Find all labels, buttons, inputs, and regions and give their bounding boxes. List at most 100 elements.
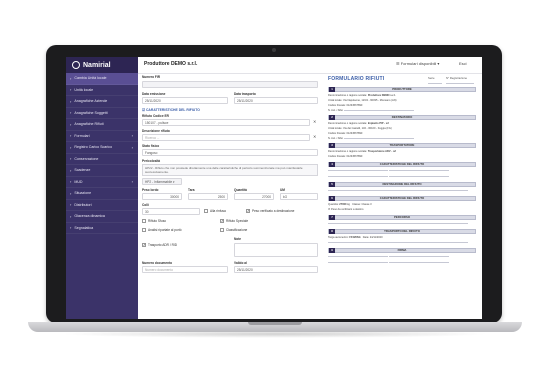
rifiuto-sfuso-checkbox[interactable] <box>142 219 146 223</box>
analisi-checkbox[interactable] <box>142 228 146 232</box>
chevron-right-icon: › <box>70 179 72 185</box>
doc-row: Denominazione o ragione sociale: Impiant… <box>328 122 389 125</box>
camera-icon <box>272 48 276 52</box>
valido-al-label: Valido al <box>234 261 247 265</box>
sidebar-item-label: Unità locale <box>74 87 94 92</box>
sidebar-item[interactable]: › Formulari › <box>66 131 138 142</box>
colli-input[interactable]: 30 <box>142 208 200 215</box>
chevron-right-icon: › <box>70 167 72 173</box>
trasporto-adr-checkbox[interactable]: ✓ <box>142 243 146 247</box>
laptop-notch <box>248 322 302 325</box>
note-label: Note <box>234 237 242 241</box>
valido-al-input[interactable]: 25/11/2020 <box>234 266 318 273</box>
sidebar-item[interactable]: › MUD › <box>66 177 138 188</box>
sidebar-item[interactable]: › Anagrafiche Aziende <box>66 96 138 108</box>
peso-verificato-checkbox[interactable]: ✓ <box>246 209 250 213</box>
quantita-input[interactable]: 27000 <box>234 193 274 200</box>
codice-er-label: Rifiuto Codice ER <box>142 114 169 118</box>
logout-link[interactable]: Esci <box>459 61 467 66</box>
doc-section: 1 PRODUTTORE <box>328 87 476 92</box>
rifiuto-speciale-checkbox[interactable]: ✓ <box>220 219 224 223</box>
doc-row: Quantità: 27000 kg Classe: Classe 3 <box>328 203 372 206</box>
sidebar-item[interactable]: › Registro Carico Scarico › <box>66 142 138 154</box>
chevron-right-icon: › <box>70 213 72 219</box>
colli-label: Colli <box>142 203 149 207</box>
chevron-right-icon: › <box>70 121 72 127</box>
sidebar-item-label: Scadenze <box>74 168 91 173</box>
company-name: Produttore DEMO s.r.l. <box>144 61 198 67</box>
chevron-right-icon: › <box>70 202 72 208</box>
alla-rinfusa-checkbox[interactable] <box>204 209 208 213</box>
chevron-right-icon: › <box>70 225 72 231</box>
logo-text: Namirial <box>83 61 111 69</box>
sidebar-item-label: Conservazione <box>74 156 99 161</box>
sidebar-item[interactable]: › Conservazione <box>66 154 138 165</box>
doc-row: Unità locale: Via dei Castelli, 132 - 00… <box>328 127 392 130</box>
classificazione-checkbox[interactable] <box>220 228 224 232</box>
doc-row: ☑ Peso da verificarsi a destino <box>328 208 364 211</box>
tara-input[interactable]: 2500 <box>188 193 228 200</box>
clear-icon[interactable]: ✕ <box>313 134 316 139</box>
sidebar-item[interactable]: › Unità locale <box>66 85 138 96</box>
sidebar-item[interactable]: › Cambia Unità locale <box>66 73 138 85</box>
serie-box <box>428 81 442 85</box>
um-select[interactable]: kG <box>280 193 318 200</box>
data-emissione-input[interactable]: 25/11/2020 <box>142 97 228 104</box>
forms-available-link[interactable]: ☰ Formulari disponibili ▾ <box>396 61 439 66</box>
stato-fisico-label: Stato fisico <box>142 144 160 148</box>
sidebar-item-label: Registro Carico Scarico <box>74 145 113 150</box>
sidebar-item[interactable]: › Segnalatica <box>66 223 138 234</box>
fir-form: Numero FIR Data emissione 25/11/2020 Dat… <box>142 75 320 319</box>
stato-fisico-select[interactable]: Fangoso <box>142 149 318 156</box>
chevron-right-icon: › <box>70 190 72 196</box>
codice-er-input[interactable]: 150107 - pulisce <box>142 119 310 126</box>
um-label: UM <box>280 188 285 192</box>
peso-lordo-input[interactable]: 30000 <box>142 193 182 200</box>
numero-fir-input[interactable] <box>142 81 318 88</box>
top-bar: Namirial Produttore DEMO s.r.l. ☰ Formul… <box>66 57 482 74</box>
descrizione-input[interactable]: Ricerca ... <box>142 134 310 141</box>
doc-row: Codice Fiscale: 01234567890 <box>328 155 363 158</box>
sidebar-item-label: Formulari <box>74 133 90 138</box>
doc-row: Targa automezzo: FF426SG Data: 24/11/202… <box>328 236 383 239</box>
peso-verificato-label: Peso verificato a destinazione <box>252 209 295 213</box>
descrizione-label: Descrizione rifiuto <box>142 129 170 133</box>
tara-label: Tara <box>188 188 195 192</box>
data-trasporto-label: Data trasporto <box>234 92 256 96</box>
numero-documento-input[interactable]: Numero documento <box>142 266 228 273</box>
doc-section: 4 CARATTERISTICHE DEL RIFIUTO <box>328 162 476 167</box>
rifiuto-sfuso-label: Rifiuto Sfuso <box>148 219 167 223</box>
sidebar-item[interactable]: › Anagrafiche Rifiuti <box>66 119 138 131</box>
doc-section: 8 TRASPORTO DEL RIFIUTO <box>328 229 476 234</box>
doc-row <box>328 222 476 225</box>
registrazione-box <box>446 81 474 85</box>
chevron-right-icon: › <box>70 156 72 162</box>
rifiuto-speciale-label: Rifiuto Speciale <box>226 219 249 223</box>
doc-row: Codice Fiscale: 01234567890 <box>328 104 363 107</box>
doc-row: Denominazione o ragione sociale: Traspor… <box>328 150 397 153</box>
doc-row: N. Aut. / Albo <box>328 137 476 140</box>
doc-row <box>328 261 476 264</box>
trasporto-adr-label: Trasporto ADR / RID <box>148 243 178 247</box>
sidebar-item[interactable]: › Scadenze <box>66 165 138 177</box>
registrazione-label: N° Registrazione <box>446 76 468 80</box>
sidebar-item[interactable]: › Anagrafiche Soggetti <box>66 108 138 119</box>
doc-row <box>328 189 476 192</box>
doc-row <box>328 255 476 258</box>
doc-section: 2 DESTINATARIO <box>328 115 476 120</box>
doc-section: 7 PERCORSO <box>328 215 476 220</box>
doc-row: Unità locale: Via Napoleone, 12/34 - 600… <box>328 99 397 102</box>
sidebar-item[interactable]: › Distributori <box>66 200 138 211</box>
chevron-right-icon: › <box>70 87 72 93</box>
formulario-preview: FORMULARIO RIFIUTI Serie N° Registrazion… <box>328 75 478 319</box>
pericolosita-textarea[interactable]: HP22 - Rifiuto che non possiede direttam… <box>142 164 318 176</box>
sidebar-item[interactable]: › Giacenza dinamica <box>66 211 138 223</box>
note-textarea[interactable] <box>234 243 318 257</box>
expand-icon: › <box>131 133 133 139</box>
sidebar: › Cambia Unità locale › Unità locale › Anagra… <box>66 73 138 319</box>
sidebar-item[interactable]: › Situazione <box>66 188 138 200</box>
classificazione-label: Classificazione <box>226 228 248 232</box>
data-trasporto-input[interactable]: 25/11/2020 <box>234 97 318 104</box>
hp-tag[interactable]: HP2 - Infiammabile ▾ <box>142 178 182 185</box>
clear-icon[interactable]: ✕ <box>313 119 316 124</box>
